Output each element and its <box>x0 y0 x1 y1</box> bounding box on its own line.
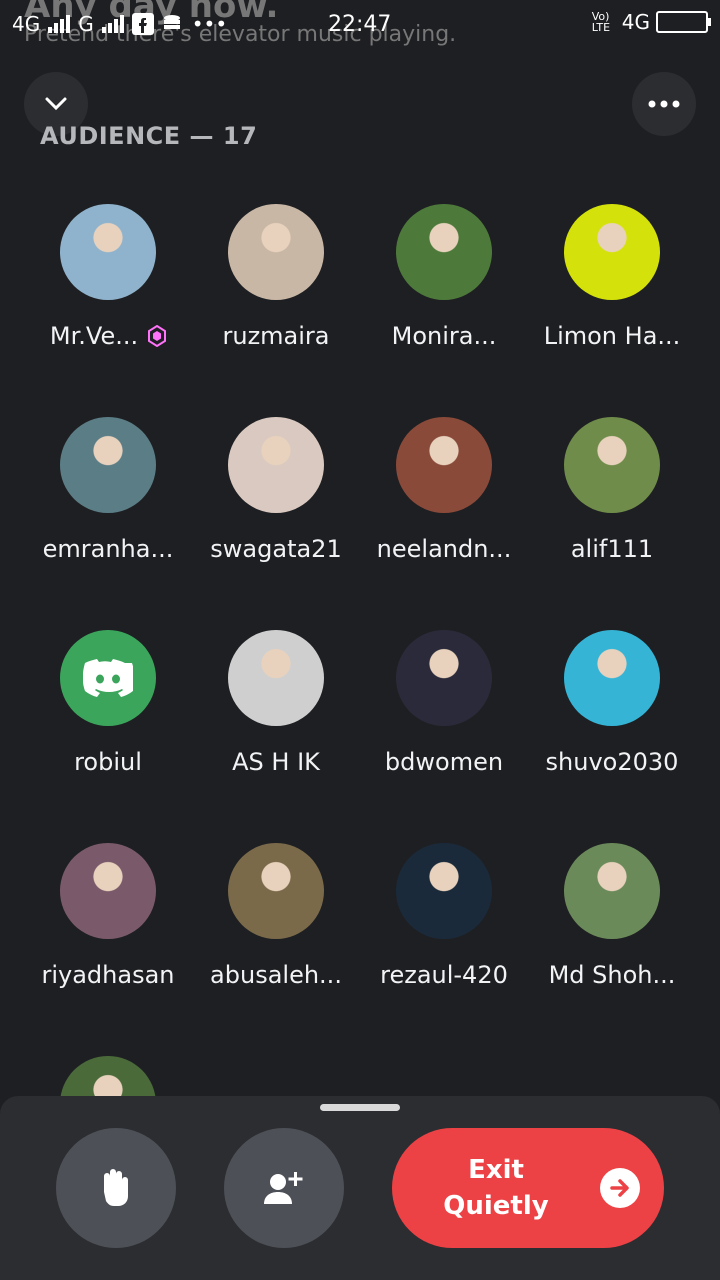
audience-member-name: AS H IK <box>192 748 360 776</box>
audience-member-name: neelandn... <box>360 535 528 563</box>
audience-member[interactable]: robiul <box>24 630 192 776</box>
audience-member-name: Limon Ha... <box>528 322 696 350</box>
avatar <box>60 417 156 513</box>
member-name-text: Monira... <box>391 322 497 350</box>
member-name-text: alif111 <box>570 535 654 563</box>
raise-hand-button[interactable] <box>56 1128 176 1248</box>
status-right: Vo) LTE 4G <box>591 10 711 34</box>
audience-member-name: riyadhasan <box>24 961 192 989</box>
audience-member-name: ruzmaira <box>192 322 360 350</box>
audience-member[interactable]: ruzmaira <box>192 204 360 350</box>
audience-member[interactable]: alif111 <box>528 417 696 563</box>
audience-member-name: swagata21 <box>192 535 360 563</box>
avatar <box>564 630 660 726</box>
member-name-text: abusaleh... <box>210 961 342 989</box>
member-name-text: Md Shoh... <box>548 961 676 989</box>
battery-icon <box>656 11 711 33</box>
member-name-text: neelandn... <box>376 535 512 563</box>
avatar <box>60 204 156 300</box>
facebook-icon <box>131 13 154 35</box>
audience-member-name: Md Shoh... <box>528 961 696 989</box>
member-name-text: robiul <box>74 748 142 776</box>
member-name-text: Limon Ha... <box>543 322 681 350</box>
audience-member[interactable]: Md Shoh... <box>528 843 696 989</box>
status-left: 4G G ••• <box>12 12 227 36</box>
avatar <box>228 417 324 513</box>
audience-member[interactable]: bdwomen <box>360 630 528 776</box>
audience-member-name: Mr.Ve... <box>24 322 192 350</box>
audience-member-name: bdwomen <box>360 748 528 776</box>
signal-icon-2 <box>101 15 124 33</box>
audience-member-name: shuvo2030 <box>528 748 696 776</box>
drag-handle[interactable] <box>320 1104 400 1111</box>
avatar <box>60 843 156 939</box>
chevron-down-icon <box>45 97 67 111</box>
audience-member[interactable]: abusaleh... <box>192 843 360 989</box>
audience-member-name: robiul <box>24 748 192 776</box>
member-name-text: emranha... <box>42 535 174 563</box>
network-type-1: 4G <box>12 12 41 36</box>
audience-member[interactable]: riyadhasan <box>24 843 192 989</box>
avatar <box>228 843 324 939</box>
audience-member[interactable]: shuvo2030 <box>528 630 696 776</box>
add-user-icon <box>264 1172 303 1204</box>
avatar <box>396 204 492 300</box>
audience-member[interactable]: swagata21 <box>192 417 360 563</box>
status-bar: 4G G ••• 22:47 Vo) LTE 4G <box>0 0 720 48</box>
avatar <box>396 417 492 513</box>
discord-logo-icon <box>60 630 156 726</box>
avatar <box>228 204 324 300</box>
nitro-boost-icon <box>148 324 167 348</box>
member-name-text: ruzmaira <box>222 322 330 350</box>
audience-member-name: Monira... <box>360 322 528 350</box>
member-name-text: swagata21 <box>210 535 342 563</box>
audience-member-name: rezaul-420 <box>360 961 528 989</box>
more-horizontal-icon <box>648 100 680 108</box>
audience-heading: AUDIENCE — 17 <box>40 122 258 150</box>
exit-quietly-button[interactable]: Exit Quietly <box>392 1128 664 1248</box>
audience-member[interactable]: Mr.Ve... <box>24 204 192 350</box>
member-name-text: Mr.Ve... <box>49 322 139 350</box>
audience-member-name: abusaleh... <box>192 961 360 989</box>
stage-controls-panel: Exit Quietly <box>0 1096 720 1280</box>
raise-hand-icon <box>104 1169 128 1206</box>
invite-button[interactable] <box>224 1128 344 1248</box>
more-options-button[interactable] <box>632 72 696 136</box>
signal-icon <box>48 15 71 33</box>
avatar <box>228 630 324 726</box>
data-saver-icon <box>163 15 180 29</box>
network-type-2: G <box>78 12 94 36</box>
audience-member[interactable]: emranha... <box>24 417 192 563</box>
member-name-text: riyadhasan <box>41 961 175 989</box>
member-name-text: shuvo2030 <box>545 748 679 776</box>
audience-member[interactable]: neelandn... <box>360 417 528 563</box>
avatar <box>564 843 660 939</box>
member-name-text: rezaul-420 <box>380 961 508 989</box>
member-name-text: bdwomen <box>384 748 504 776</box>
arrow-right-circle-icon <box>600 1168 640 1208</box>
member-name-text: AS H IK <box>232 748 320 776</box>
audience-member-name: emranha... <box>24 535 192 563</box>
exit-quietly-label: Exit Quietly <box>443 1155 549 1221</box>
clock: 22:47 <box>328 12 392 37</box>
avatar <box>564 204 660 300</box>
audience-member[interactable]: rezaul-420 <box>360 843 528 989</box>
more-notifications-icon: ••• <box>191 12 228 36</box>
avatar <box>564 417 660 513</box>
network-type-3: 4G <box>621 10 650 34</box>
volte-label: Vo) LTE <box>591 10 611 34</box>
avatar <box>396 630 492 726</box>
audience-member-name: alif111 <box>528 535 696 563</box>
audience-member[interactable]: Limon Ha... <box>528 204 696 350</box>
audience-member[interactable]: AS H IK <box>192 630 360 776</box>
audience-member[interactable]: Monira... <box>360 204 528 350</box>
avatar <box>396 843 492 939</box>
